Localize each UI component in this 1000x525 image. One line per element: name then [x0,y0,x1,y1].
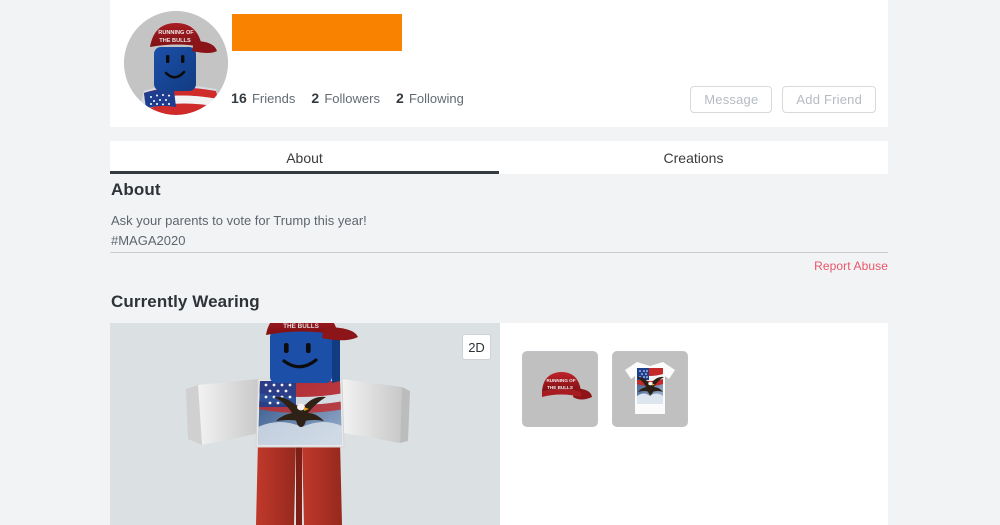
username-redaction-block [232,14,402,51]
message-button[interactable]: Message [690,86,773,113]
about-description-line-1: Ask your parents to vote for Trump this … [111,213,367,228]
avatar-viewport[interactable]: RUNNING OF THE BULLS 2D [110,323,500,525]
svg-text:RUNNING OF: RUNNING OF [158,30,194,36]
profile-header-card: RUNNING OF THE BULLS 16 Friends 2 Follow… [110,0,888,127]
svg-text:THE BULLS: THE BULLS [159,38,191,44]
tab-creations[interactable]: Creations [499,141,888,174]
currently-wearing-card: RUNNING OF THE BULLS 2D RUNNING O [110,323,888,525]
following-count: 2 [395,90,404,106]
stat-following[interactable]: 2 Following [396,90,464,106]
profile-tabs: About Creations [110,141,888,174]
svg-text:RUNNING OF: RUNNING OF [546,378,575,383]
shirt-thumbnail-image [613,352,687,426]
friends-count: 16 [231,90,247,106]
currently-wearing-heading: Currently Wearing [111,292,260,311]
profile-stats: 16 Friends 2 Followers 2 Following [231,90,476,106]
followers-count: 2 [311,90,320,106]
about-description-line-2: #MAGA2020 [111,233,186,248]
avatar[interactable]: RUNNING OF THE BULLS [124,11,228,115]
svg-text:THE BULLS: THE BULLS [283,323,320,330]
about-heading: About [111,180,161,199]
profile-page: RUNNING OF THE BULLS 16 Friends 2 Follow… [0,0,1000,525]
report-abuse-link[interactable]: Report Abuse [814,259,888,273]
following-label: Following [408,91,464,106]
cap-thumbnail-image: RUNNING OF THE BULLS [523,352,597,426]
avatar-3d-render: RUNNING OF THE BULLS [110,323,500,525]
item-running-of-the-bulls-cap[interactable]: RUNNING OF THE BULLS [522,351,598,427]
profile-action-buttons: Message Add Friend [690,86,876,113]
about-description: Ask your parents to vote for Trump this … [111,211,711,251]
avatar-headshot-image: RUNNING OF THE BULLS [124,11,228,115]
stat-friends[interactable]: 16 Friends [231,90,295,106]
currently-wearing-items: RUNNING OF THE BULLS [522,351,688,427]
view-toggle-2d-button[interactable]: 2D [462,334,491,360]
about-divider [110,252,888,253]
tab-about[interactable]: About [110,141,499,174]
add-friend-button[interactable]: Add Friend [782,86,876,113]
item-american-flag-eagle-shirt[interactable] [612,351,688,427]
stat-followers[interactable]: 2 Followers [311,90,380,106]
friends-label: Friends [251,91,296,106]
followers-label: Followers [324,91,380,106]
svg-text:THE BULLS: THE BULLS [547,385,573,390]
